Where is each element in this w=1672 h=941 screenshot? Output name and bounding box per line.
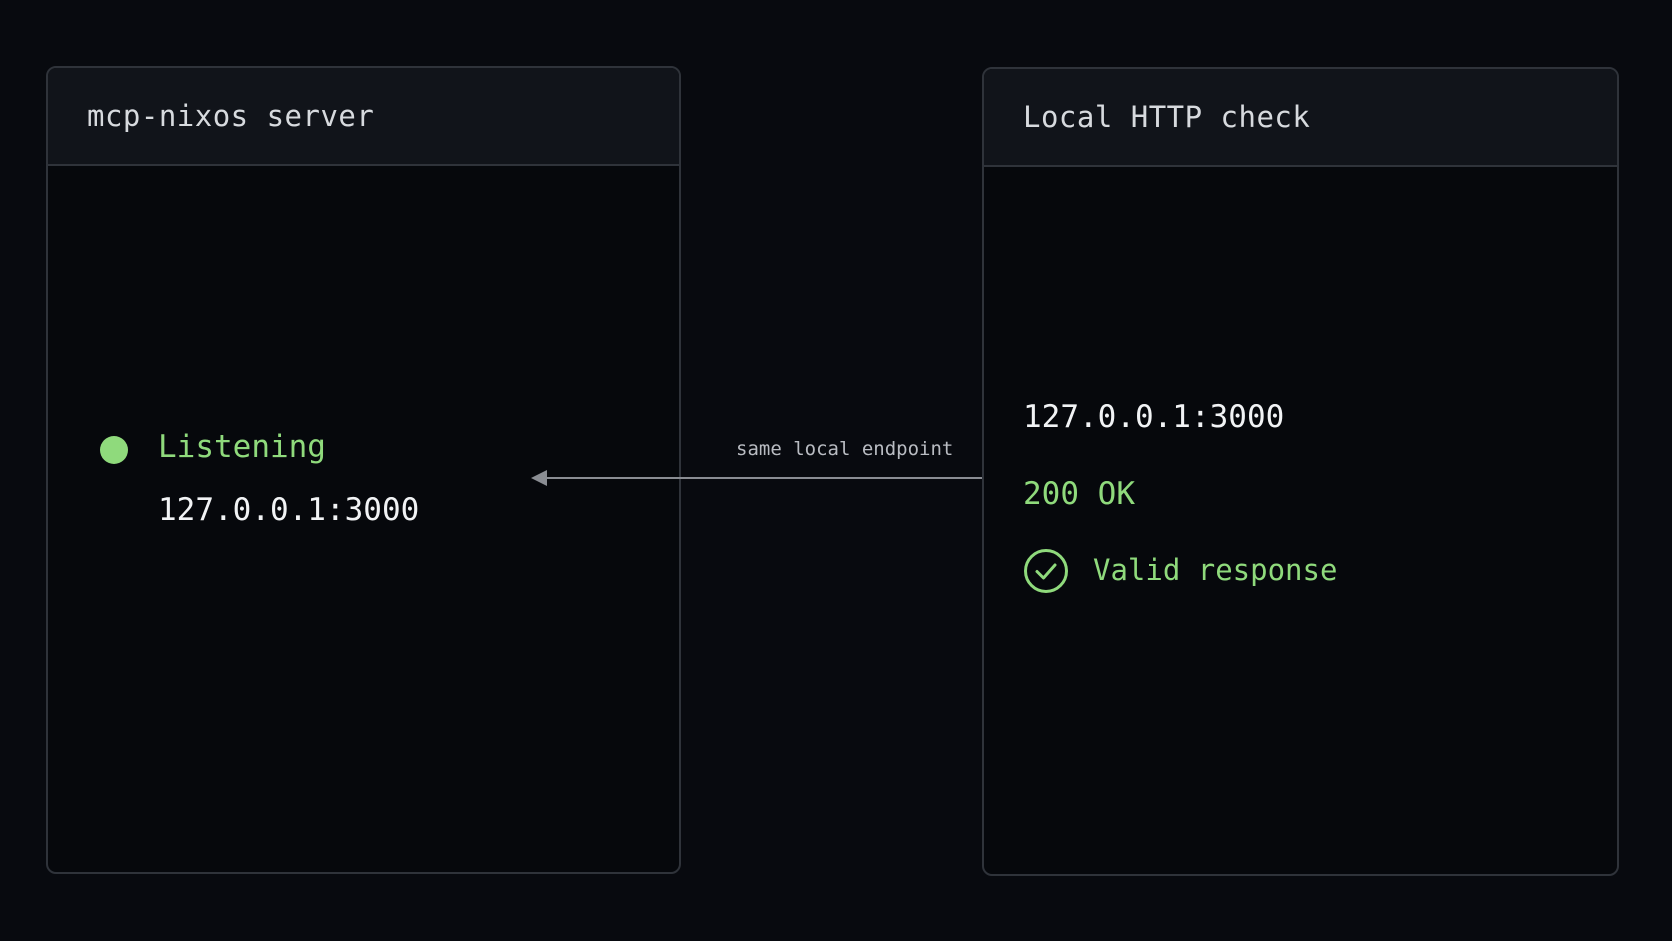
check-address: 127.0.0.1:3000 [1023, 399, 1285, 435]
server-status-label: Listening [158, 429, 326, 465]
server-panel: mcp-nixos server Listening 127.0.0.1:300… [46, 66, 681, 874]
http-check-panel-header: Local HTTP check [984, 69, 1617, 167]
server-panel-title: mcp-nixos server [87, 99, 375, 133]
http-check-panel: Local HTTP check 127.0.0.1:3000 200 OK V… [982, 67, 1619, 876]
connector-label: same local endpoint [736, 438, 954, 460]
valid-response-label: Valid response [1093, 553, 1338, 587]
check-circle-icon [1024, 549, 1068, 593]
http-check-panel-title: Local HTTP check [1023, 100, 1311, 134]
server-address: 127.0.0.1:3000 [158, 492, 420, 528]
status-dot-icon [100, 436, 128, 464]
server-panel-header: mcp-nixos server [48, 68, 679, 166]
http-status-code: 200 OK [1023, 476, 1135, 512]
